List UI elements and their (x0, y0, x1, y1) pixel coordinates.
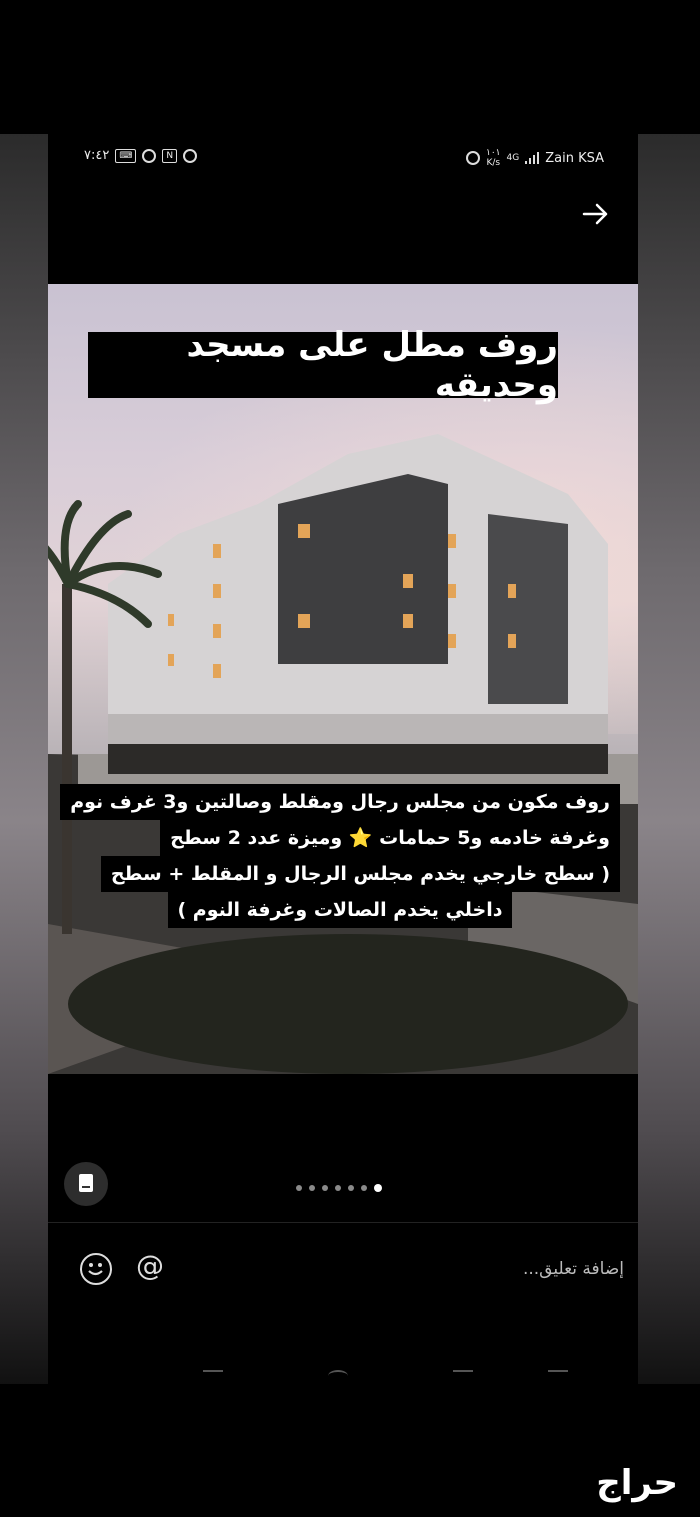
at-icon[interactable]: @ (136, 1249, 164, 1282)
carousel-indicator (296, 1184, 382, 1192)
status-bar: ٧:٤٢ ⌨ N ١٠١ K/s 4G Zain KSA (48, 134, 638, 178)
alarm-icon (142, 148, 157, 163)
clock-icon (466, 151, 480, 165)
network-speed: ١٠١ K/s (486, 148, 501, 168)
description-text-3: ( سطح خارجي يخدم مجلس الرجال و المقلط + … (100, 856, 620, 892)
status-time: ٧:٤٢ (84, 148, 110, 163)
description-line-3: ( سطح خارجي يخدم مجلس الرجال و المقلط + … (60, 856, 620, 892)
description-text-1: روف مكون من مجلس رجال ومقلط وصالتين و3 غ… (60, 784, 620, 820)
keyboard-icon: ⌨ (115, 148, 137, 163)
left-blur-margin (0, 134, 48, 1384)
carousel-dot (296, 1185, 302, 1191)
description-line-2: وغرفة خادمه و5 حمامات ⭐ وميزة عدد 2 سطح (60, 820, 620, 856)
arrow-right-icon[interactable] (580, 198, 612, 230)
smiley-icon[interactable] (80, 1253, 112, 1285)
network-type: 4G (506, 153, 520, 163)
carousel-dot (309, 1185, 315, 1191)
carousel-dot (348, 1185, 354, 1191)
carrier-name: Zain KSA (545, 150, 604, 166)
right-blur-margin (638, 134, 700, 1384)
nav-bar-hints (48, 1364, 638, 1384)
phone-screenshot: ٧:٤٢ ⌨ N ١٠١ K/s 4G Zain KSA روف مطل على… (48, 134, 638, 1384)
description-text-2: وغرفة خادمه و5 حمامات ⭐ وميزة عدد 2 سطح (160, 820, 620, 856)
carousel-dot (361, 1185, 367, 1191)
nav-hint-2 (328, 1370, 348, 1382)
comment-bar: @ إضافة تعليق... (48, 1222, 638, 1303)
description-line-4: داخلي يخدم الصالات وغرفة النوم ) (60, 892, 620, 928)
nav-hint-1 (203, 1370, 223, 1382)
status-right: ١٠١ K/s 4G Zain KSA (466, 148, 604, 168)
carousel-dot (374, 1184, 382, 1192)
description-text-4: داخلي يخدم الصالات وغرفة النوم ) (167, 892, 513, 928)
haraj-logo: حراج (596, 1463, 678, 1503)
nav-hint-3 (453, 1370, 473, 1382)
post-footer: @ إضافة تعليق... (48, 1074, 638, 1384)
carousel-dot (322, 1185, 328, 1191)
status-left: ٧:٤٢ ⌨ N (84, 148, 198, 163)
network-speed-unit: K/s (486, 158, 501, 168)
post-title: روف مطل على مسجد وحديقه (88, 325, 558, 405)
post-description: روف مكون من مجلس رجال ومقلط وصالتين و3 غ… (60, 784, 620, 928)
eye-icon (183, 148, 198, 163)
comment-input[interactable]: إضافة تعليق... (244, 1259, 624, 1279)
nfc-icon: N (162, 148, 178, 163)
post-image: روف مطل على مسجد وحديقه روف مكون من مجلس… (48, 284, 638, 1074)
network-speed-value: ١٠١ (486, 148, 501, 158)
signal-icon (525, 152, 540, 164)
carousel-dot (335, 1185, 341, 1191)
nav-hint-4 (548, 1370, 568, 1382)
document-icon[interactable] (64, 1162, 108, 1206)
description-line-1: روف مكون من مجلس رجال ومقلط وصالتين و3 غ… (60, 784, 620, 820)
